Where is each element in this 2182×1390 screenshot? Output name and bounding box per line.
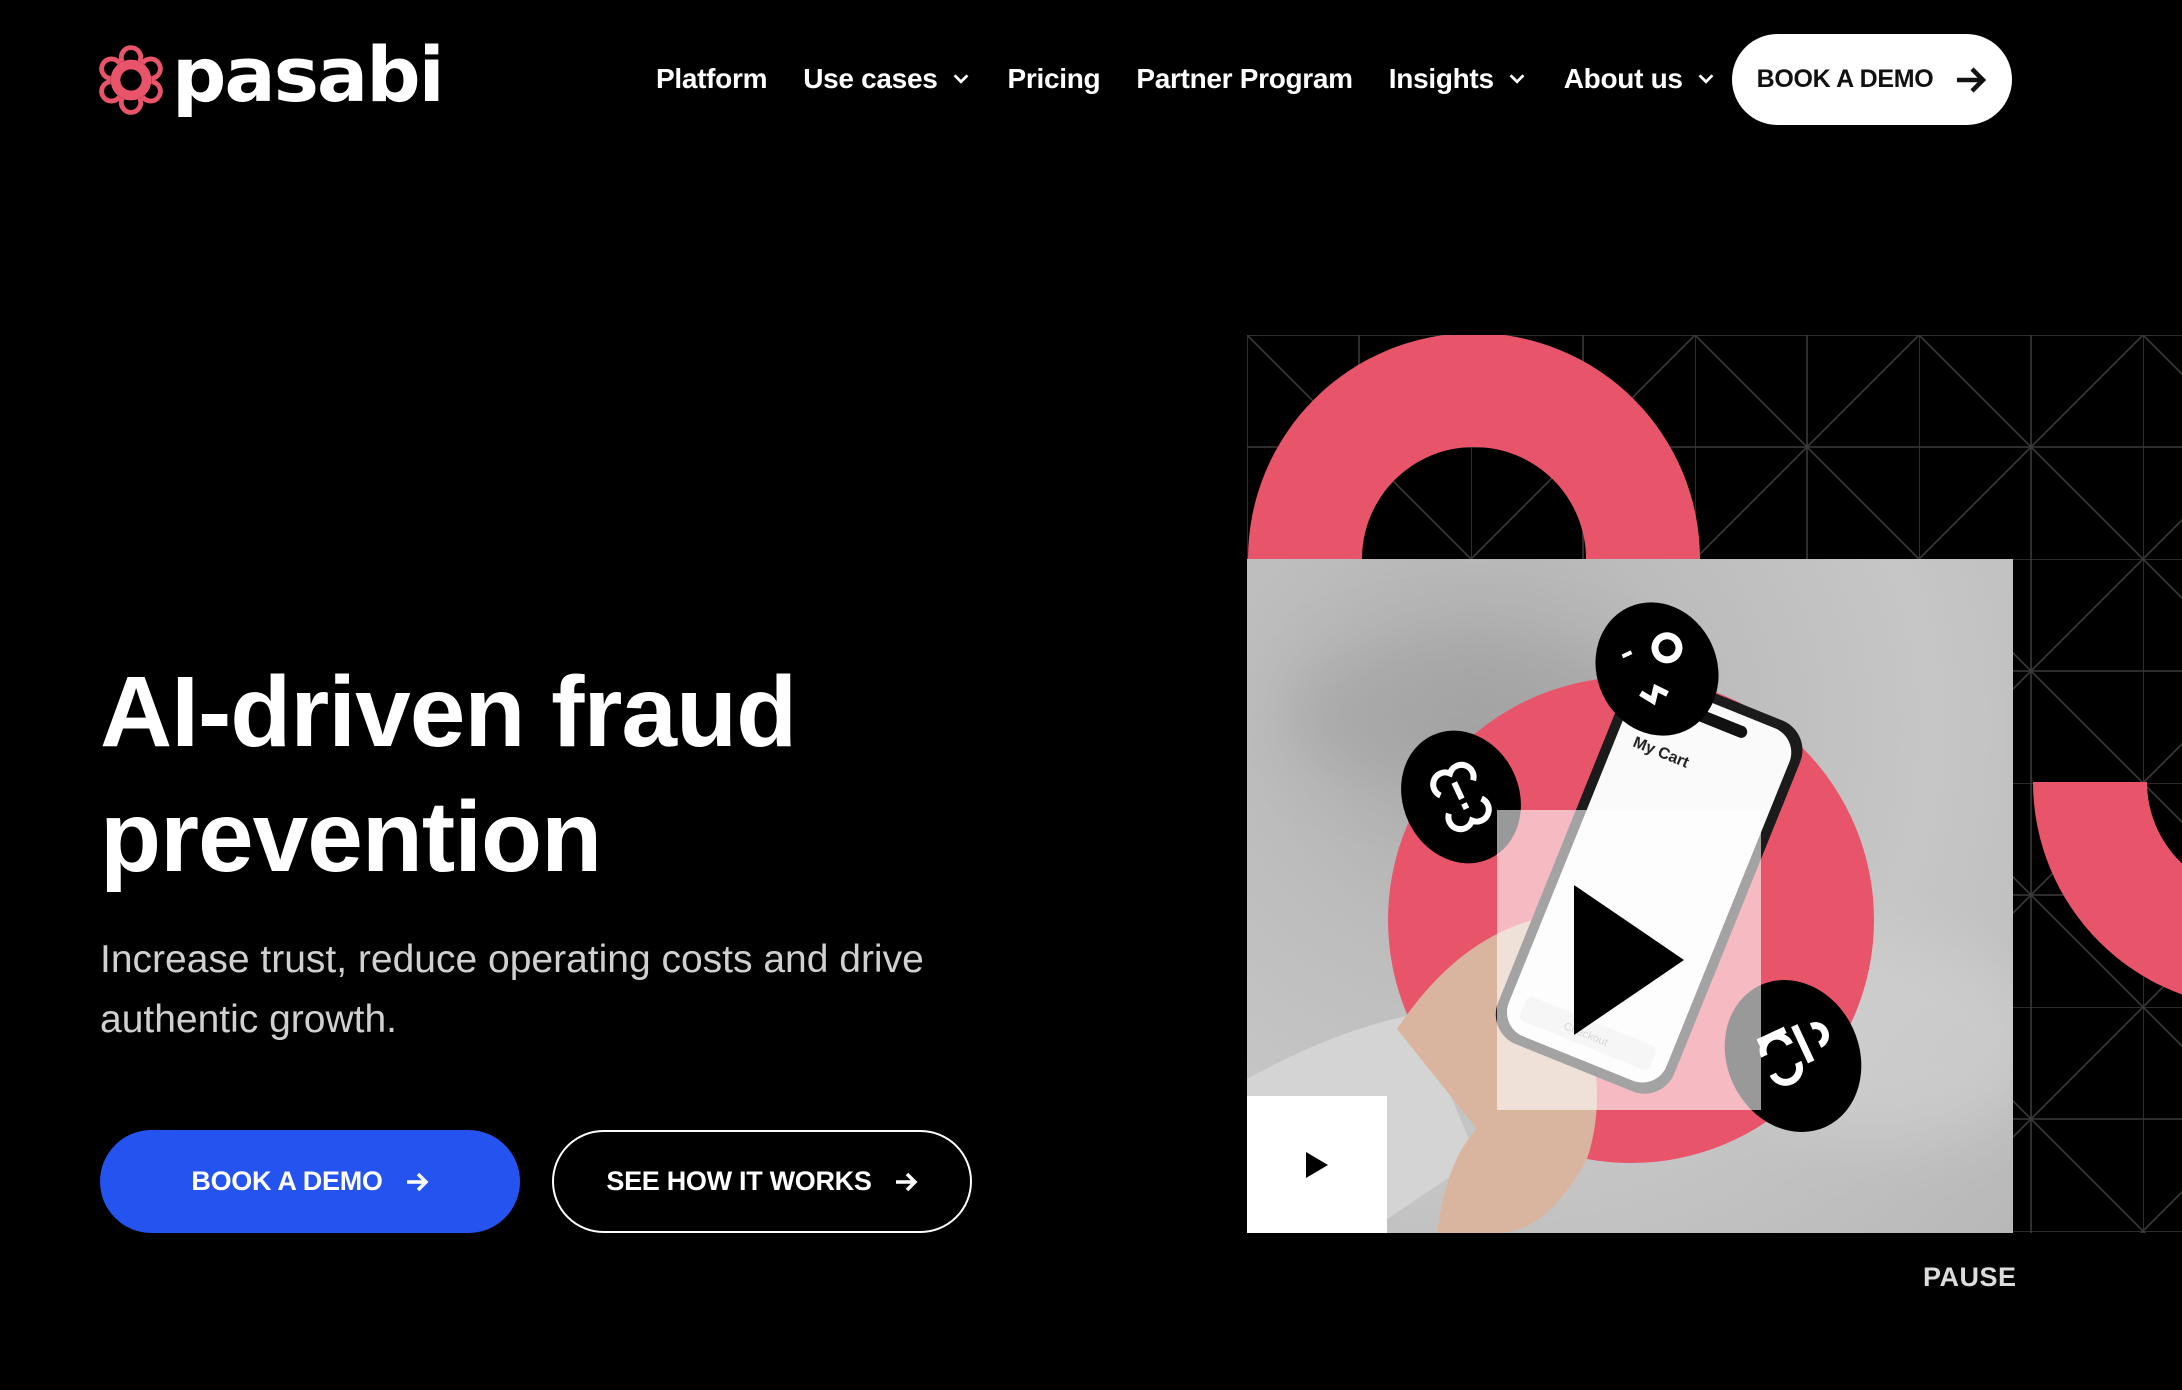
small-play-icon: [1306, 1151, 1328, 1178]
see-how-it-works-button[interactable]: SEE HOW IT WORKS: [552, 1130, 972, 1233]
chevron-down-icon: [953, 74, 968, 84]
button-label: BOOK A DEMO: [191, 1166, 383, 1196]
button-label: BOOK A DEMO: [1756, 65, 1934, 93]
nav-label: Pricing: [1007, 63, 1101, 94]
nav-item-insights[interactable]: Insights: [1389, 63, 1528, 95]
nav-item-pricing[interactable]: Pricing: [1008, 63, 1101, 95]
nav-label: Partner Program: [1136, 63, 1353, 94]
headline-line-2: prevention: [100, 781, 602, 893]
play-button[interactable]: [1497, 810, 1761, 1110]
headline-line-1: AI-driven fraud: [100, 656, 797, 768]
arrow-right-icon: [406, 1172, 429, 1191]
hero-subtitle: Increase trust, reduce operating costs a…: [100, 938, 924, 1041]
logo[interactable]: pasabi: [98, 30, 445, 120]
chevron-down-icon: [1698, 74, 1714, 84]
nav-item-platform[interactable]: Platform: [656, 63, 767, 95]
nav-label: Platform: [656, 63, 768, 94]
chevron-down-icon: [1509, 74, 1525, 84]
arrow-right-icon: [895, 1172, 918, 1191]
nav-item-about-us[interactable]: About us: [1564, 63, 1717, 95]
hero-headline: AI-driven fraud prevention: [100, 650, 1100, 900]
nav-label: Use cases: [803, 63, 938, 94]
nav-label: About us: [1563, 63, 1683, 94]
pause-button[interactable]: PAUSE: [1923, 1262, 2017, 1293]
small-play-button[interactable]: [1247, 1096, 1387, 1233]
book-demo-button[interactable]: BOOK A DEMO: [100, 1130, 520, 1233]
nav-item-use-cases[interactable]: Use cases: [803, 63, 971, 95]
arrow-right-icon: [1957, 66, 1987, 93]
flower-logo-icon: [99, 45, 163, 115]
nav-item-partner-program[interactable]: Partner Program: [1136, 63, 1353, 95]
button-label: SEE HOW IT WORKS: [606, 1166, 872, 1196]
play-icon: [1574, 885, 1684, 1035]
brand-name: pasabi: [172, 30, 445, 119]
main-nav: Platform Use cases Pricing Partner Progr…: [656, 56, 1753, 102]
hero-video[interactable]: My Cart Checkout: [1247, 559, 2013, 1233]
nav-label: Insights: [1388, 63, 1494, 94]
header-book-demo-button[interactable]: BOOK A DEMO: [1732, 34, 2012, 125]
